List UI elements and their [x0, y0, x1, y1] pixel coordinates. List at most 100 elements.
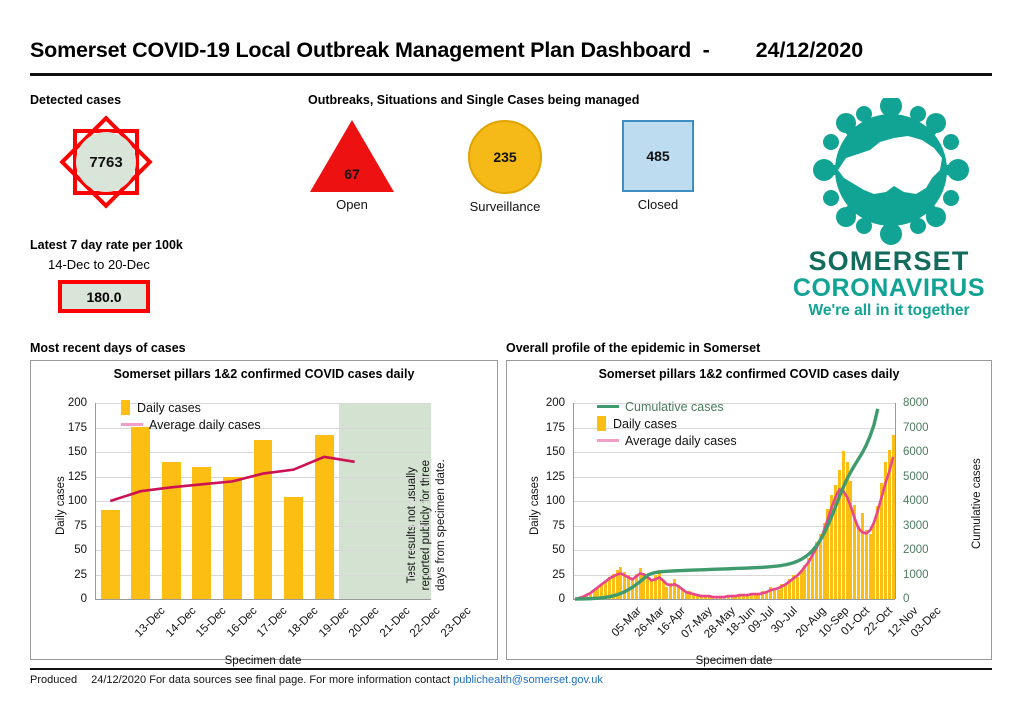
dashboard-header: Somerset COVID-19 Local Outbreak Managem…	[30, 28, 992, 76]
x-axis-tick-label: 23-Dec	[438, 605, 474, 640]
outbreak-status-closed: 485 Closed	[620, 120, 696, 212]
y-axis-tick-label: 25	[552, 568, 565, 581]
detected-cases-badge: 7763	[59, 115, 153, 209]
outbreak-status-surveillance: 235 Surveillance	[466, 120, 544, 214]
legend-line-swatch	[597, 439, 619, 442]
footer-text: For data sources see final page. For mor…	[149, 674, 454, 686]
overall-chart-legend: Cumulative cases Daily cases Average daily…	[597, 398, 737, 449]
y-axis-tick-label: 150	[67, 446, 87, 458]
y-axis-tick-label: 50	[552, 544, 565, 556]
surveillance-caption: Surveillance	[469, 199, 541, 214]
x-axis-tick-label: 16-Dec	[224, 605, 260, 640]
closed-caption: Closed	[637, 197, 679, 212]
overall-chart-secondary-y-axis-title: Cumulative cases	[971, 458, 983, 549]
y-axis-tick-label: 200	[67, 397, 87, 409]
header-date: 24/12/2020	[755, 38, 864, 62]
y-axis-tick-label: 175	[545, 421, 565, 434]
y-axis-tick-label: 175	[67, 421, 87, 434]
secondary-y-axis-line	[895, 403, 896, 599]
y-axis-tick-label: 125	[67, 470, 87, 483]
x-axis-tick-label: 21-Dec	[377, 605, 413, 640]
overall-chart-x-axis-title: Specimen date	[695, 655, 773, 667]
x-axis-tick-label: 22-Dec	[408, 605, 443, 640]
footer-email-link[interactable]: publichealth@somerset.gov.uk	[453, 674, 603, 686]
outbreak-status-open: 67 Open	[310, 120, 394, 212]
y-axis-tick-label: 0	[558, 593, 565, 605]
secondary-y-axis-tick-label: 7000	[903, 421, 929, 434]
seven-day-rate-value: 180.0	[58, 280, 150, 313]
closed-count: 485	[646, 148, 670, 164]
x-axis-line	[573, 599, 895, 600]
legend-item: Cumulative cases	[597, 398, 737, 415]
detected-cases-value: 7763	[76, 132, 136, 192]
legend-item: Average daily cases	[597, 432, 737, 449]
logo-text-block: SOMERSET CORONAVIRUS We're all in it tog…	[786, 248, 992, 321]
y-axis-tick-label: 50	[74, 544, 87, 556]
legend-line-swatch	[121, 423, 143, 426]
logo-tagline: We're all in it together	[808, 302, 970, 320]
legend-item: Daily cases	[121, 399, 261, 416]
circle-icon: 235	[468, 120, 542, 194]
x-axis-tick-label: 13-Dec	[133, 605, 168, 640]
secondary-y-axis-tick-label: 2000	[903, 544, 929, 556]
secondary-y-axis-tick-label: 0	[903, 593, 910, 605]
footer-produced-label: Produced	[30, 674, 78, 686]
y-axis-tick-label: 25	[74, 568, 87, 581]
recent-chart-x-axis-title: Specimen date	[224, 655, 302, 667]
x-axis-tick-label: 20-Dec	[346, 605, 382, 640]
logo-line-coronavirus: CORONAVIRUS	[792, 274, 986, 302]
x-axis-line	[95, 599, 431, 600]
annotation-line: days from specimen date.	[434, 459, 447, 591]
secondary-y-axis-tick-label: 5000	[903, 470, 929, 483]
logo-line-somerset: SOMERSET	[808, 246, 970, 276]
coronavirus-icon	[813, 98, 969, 245]
legend-label: Average daily cases	[149, 417, 261, 432]
secondary-y-axis-tick-label: 4000	[903, 495, 929, 507]
square-icon: 485	[622, 120, 694, 192]
y-axis-tick-label: 0	[80, 593, 87, 605]
x-axis-tick-label: 15-Dec	[194, 605, 229, 640]
open-count: 67	[344, 166, 360, 182]
secondary-y-axis-tick-label: 1000	[903, 568, 929, 581]
overall-profile-label: Overall profile of the epidemic in Somer…	[506, 341, 761, 355]
surveillance-count: 235	[493, 149, 517, 165]
y-axis-tick-label: 150	[545, 446, 565, 458]
triangle-icon: 67	[310, 120, 394, 192]
page-title: Somerset COVID-19 Local Outbreak Managem…	[30, 38, 710, 62]
legend-label: Average daily cases	[625, 433, 737, 448]
detected-cases-label: Detected cases	[30, 93, 122, 107]
secondary-y-axis-tick-label: 6000	[903, 446, 929, 458]
footer: Produced 24/12/2020 For data sources see…	[30, 668, 992, 686]
overall-chart-title: Somerset pillars 1&2 confirmed COVID cas…	[598, 367, 900, 381]
open-caption: Open	[336, 197, 368, 212]
y-axis-tick-label: 100	[67, 495, 87, 507]
legend-item: Average daily cases	[121, 416, 261, 433]
legend-label: Cumulative cases	[625, 399, 724, 414]
secondary-y-axis-tick-label: 3000	[903, 519, 929, 532]
legend-label: Daily cases	[137, 400, 201, 415]
y-axis-tick-label: 100	[545, 495, 565, 507]
seven-day-rate-label: Latest 7 day rate per 100k	[30, 238, 183, 252]
y-axis-tick-label: 75	[552, 519, 565, 532]
legend-item: Daily cases	[597, 415, 737, 432]
somerset-coronavirus-logo: SOMERSET CORONAVIRUS We're all in it tog…	[786, 98, 992, 320]
x-axis-tick-label: 19-Dec	[316, 605, 352, 640]
legend-label: Daily cases	[613, 416, 677, 431]
recent-chart-title: Somerset pillars 1&2 confirmed COVID cas…	[113, 367, 415, 381]
recent-days-chart-panel: Somerset pillars 1&2 confirmed COVID cas…	[30, 360, 498, 667]
y-axis-tick-label: 125	[545, 470, 565, 483]
legend-line-swatch	[597, 405, 619, 408]
x-axis-tick-label: 18-Dec	[285, 605, 321, 640]
x-axis-tick-label: 14-Dec	[163, 605, 199, 640]
legend-bar-swatch	[121, 400, 130, 415]
most-recent-days-label: Most recent days of cases	[30, 341, 186, 355]
y-axis-tick-label: 75	[74, 519, 87, 532]
overall-chart-panel: Somerset pillars 1&2 confirmed COVID cas…	[506, 360, 992, 667]
footer-produced-date: 24/12/2020	[91, 674, 147, 686]
recent-chart-legend: Daily cases Average daily cases	[121, 399, 261, 433]
legend-bar-swatch	[597, 416, 606, 431]
secondary-y-axis-tick-label: 8000	[903, 397, 929, 409]
y-axis-tick-label: 200	[545, 397, 565, 409]
x-axis-tick-label: 17-Dec	[255, 605, 291, 640]
seven-day-rate-range: 14-Dec to 20-Dec	[48, 257, 150, 272]
